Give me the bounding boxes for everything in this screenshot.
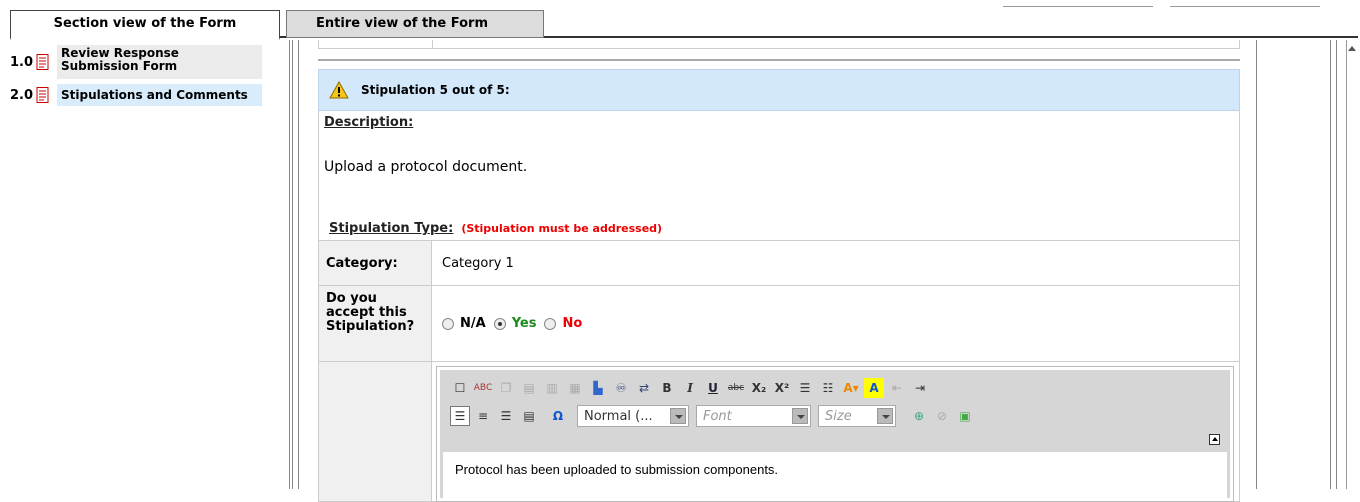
font-select-value: Font (703, 408, 732, 424)
paste-text-icon[interactable]: ▥ (542, 378, 562, 398)
stipulation-type-label: Stipulation Type: (329, 221, 454, 236)
radio-na[interactable] (442, 317, 454, 330)
size-select[interactable]: Size (818, 405, 896, 427)
numbered-list-icon[interactable]: ☰ (795, 378, 815, 398)
image-icon[interactable]: ▣ (955, 406, 975, 426)
comment-row: ☐ ABC ❐ ▤ ▥ ▦ ▙ ♾ ⇄ B I U abc X₂ X² ☰ ☷ … (318, 362, 1240, 502)
vertical-scrollbar[interactable] (1346, 40, 1358, 489)
paste-word-icon[interactable]: ▦ (565, 378, 585, 398)
category-label: Category: (319, 241, 432, 285)
nav-item-label[interactable]: Review Response Submission Form (57, 45, 262, 79)
rich-text-editor: ☐ ABC ❐ ▤ ▥ ▦ ▙ ♾ ⇄ B I U abc X₂ X² ☰ ☷ … (436, 366, 1234, 502)
pdf-document-icon (36, 87, 49, 103)
option-na-label: N/A (460, 316, 486, 331)
copy-icon[interactable]: ❐ (496, 378, 516, 398)
align-center-icon[interactable]: ≡ (473, 406, 493, 426)
chevron-down-icon (877, 408, 893, 424)
divider (1330, 40, 1331, 489)
accept-label: Do you accept this Stipulation? (319, 286, 432, 361)
divider (1256, 40, 1257, 489)
tab-entire-view[interactable]: Entire view of the Form (286, 10, 544, 38)
align-right-icon[interactable]: ☰ (496, 406, 516, 426)
paste-icon[interactable]: ▤ (519, 378, 539, 398)
comment-value-cell: ☐ ABC ❐ ▤ ▥ ▦ ▙ ♾ ⇄ B I U abc X₂ X² ☰ ☷ … (432, 362, 1239, 502)
tab-section-view[interactable]: Section view of the Form (10, 10, 280, 40)
divider (289, 40, 290, 489)
divider (292, 40, 293, 489)
print-icon[interactable]: ▙ (588, 378, 608, 398)
toolbar-row-1: ☐ ABC ❐ ▤ ▥ ▦ ▙ ♾ ⇄ B I U abc X₂ X² ☰ ☷ … (450, 374, 1220, 402)
description-label: Description: (324, 115, 414, 130)
editor-content[interactable]: Protocol has been uploaded to submission… (443, 452, 1227, 498)
chevron-down-icon (670, 408, 686, 424)
top-rule (0, 0, 1360, 8)
indent-icon[interactable]: ⇥ (910, 378, 930, 398)
special-char-icon[interactable]: Ω (548, 406, 568, 426)
strikethrough-icon[interactable]: abc (726, 378, 746, 398)
radio-yes[interactable] (493, 317, 506, 330)
unlink-icon[interactable]: ⊘ (932, 406, 952, 426)
nav-item-label[interactable]: Stipulations and Comments (57, 84, 262, 106)
collapse-toolbar-button[interactable] (1209, 434, 1220, 445)
stipulation-type: Stipulation Type: (Stipulation must be ad… (329, 221, 662, 236)
link-icon[interactable]: ⊕ (909, 406, 929, 426)
chevron-down-icon (792, 408, 808, 424)
toolbar-row-2: ☰ ≡ ☰ ▤ Ω Normal (... Font Size ⊕ ⊘ ▣ (450, 402, 1220, 430)
italic-icon[interactable]: I (680, 378, 700, 398)
warning-icon (329, 81, 349, 99)
category-value: Category 1 (442, 255, 514, 271)
new-page-icon[interactable]: ☐ (450, 378, 470, 398)
tab-bar: Section view of the Form Entire view of … (10, 10, 1358, 40)
align-justify-icon[interactable]: ▤ (519, 406, 539, 426)
format-select[interactable]: Normal (... (577, 405, 689, 427)
description-text: Upload a protocol document. (324, 159, 528, 175)
comment-label-cell (319, 362, 432, 501)
form-content: Stipulation 5 out of 5: Description: Upl… (318, 40, 1240, 502)
stipulation-header: Stipulation 5 out of 5: (318, 69, 1240, 111)
separator (318, 59, 1240, 69)
align-left-icon[interactable]: ☰ (450, 406, 470, 426)
outdent-icon[interactable]: ⇤ (887, 378, 907, 398)
stipulation-type-value: (Stipulation must be addressed) (461, 222, 663, 235)
divider (1336, 40, 1337, 489)
previous-row (318, 40, 1240, 49)
editor-toolbar-area: ☐ ABC ❐ ▤ ▥ ▦ ▙ ♾ ⇄ B I U abc X₂ X² ☰ ☷ … (440, 370, 1230, 498)
spellcheck-icon[interactable]: ABC (473, 378, 493, 398)
divider (298, 40, 299, 489)
nav-item-review-response[interactable]: 1.0 Review Response Submission Form (10, 44, 285, 80)
nav-item-number: 1.0 (10, 54, 34, 70)
format-select-value: Normal (... (584, 408, 653, 424)
size-select-value: Size (825, 408, 852, 424)
scroll-up-icon[interactable] (1348, 46, 1356, 51)
section-nav: 1.0 Review Response Submission Form 2.0 … (10, 44, 285, 108)
background-color-icon[interactable]: A (864, 378, 884, 398)
bullet-list-icon[interactable]: ☷ (818, 378, 838, 398)
font-select[interactable]: Font (696, 405, 811, 427)
text-color-icon[interactable]: A▾ (841, 378, 861, 398)
subscript-icon[interactable]: X₂ (749, 378, 769, 398)
superscript-icon[interactable]: X² (772, 378, 792, 398)
nav-item-number: 2.0 (10, 87, 34, 103)
bold-icon[interactable]: B (657, 378, 677, 398)
stipulation-title: Stipulation 5 out of 5: (361, 83, 510, 97)
pdf-document-icon (36, 54, 49, 70)
option-yes-label: Yes (511, 316, 537, 331)
underline-icon[interactable]: U (703, 378, 723, 398)
option-no-label: No (562, 316, 583, 331)
accept-row: Do you accept this Stipulation? N/A Yes … (318, 286, 1240, 362)
description-block: Description: Upload a protocol document.… (318, 111, 1240, 241)
replace-icon[interactable]: ⇄ (634, 378, 654, 398)
accept-options: N/A Yes No (432, 286, 1239, 361)
category-row: Category: Category 1 (318, 241, 1240, 286)
radio-no[interactable] (544, 317, 557, 330)
find-icon[interactable]: ♾ (611, 378, 631, 398)
nav-item-stipulations[interactable]: 2.0 Stipulations and Comments (10, 82, 285, 108)
